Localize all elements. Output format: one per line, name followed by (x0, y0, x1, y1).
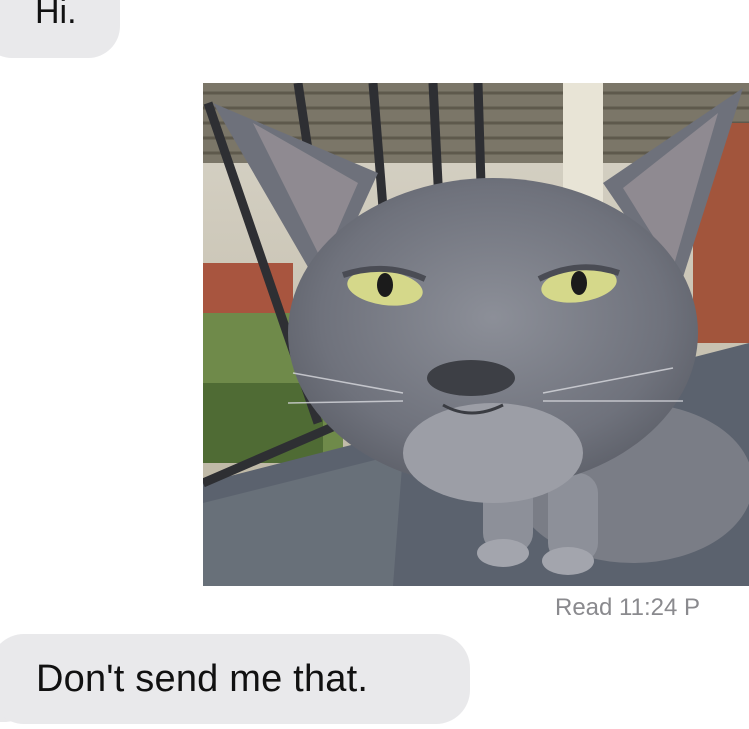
message-bubble-hi[interactable]: Hi. (0, 0, 120, 58)
message-text: Hi. (35, 0, 77, 31)
read-receipt: Read 11:24 P (555, 594, 700, 621)
message-text: Don't send me that. (36, 658, 369, 700)
cat-photo-attachment[interactable] (203, 83, 749, 586)
cat-photo (203, 83, 749, 586)
message-bubble-dont-send[interactable]: Don't send me that. (0, 634, 470, 724)
